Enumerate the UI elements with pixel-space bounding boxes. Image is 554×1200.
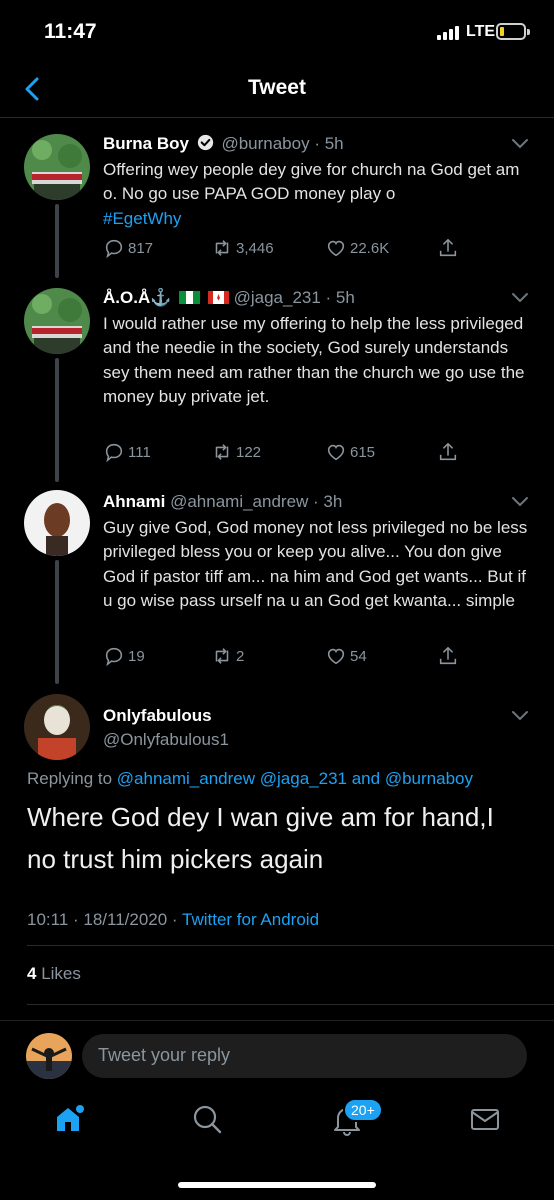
signal-icon — [437, 26, 461, 40]
thread-line — [55, 204, 59, 278]
reply-button[interactable]: 817 — [103, 236, 153, 260]
thread-tweet[interactable]: Å.O.Å⚓ @jaga_231 · 5h I would rather use… — [0, 278, 554, 482]
nav-header: Tweet — [0, 62, 554, 118]
avatar[interactable] — [24, 288, 90, 354]
tweet-meta: 10:11 · 18/11/2020 · Twitter for Android — [27, 910, 320, 929]
mail-icon — [471, 1109, 499, 1130]
author-name[interactable]: Onlyfabulous — [103, 706, 212, 726]
retweet-button[interactable]: 122 — [211, 440, 261, 464]
main-tweet: Onlyfabulous @Onlyfabulous1 Replying to … — [0, 690, 554, 1030]
share-icon — [439, 238, 457, 257]
like-button[interactable]: 54 — [325, 644, 367, 668]
tweet-header: Ahnami @ahnami_andrew · 3h — [103, 492, 343, 511]
retweet-button[interactable]: 3,446 — [211, 236, 274, 260]
replying-to: Replying to @ahnami_andrew @jaga_231 and… — [27, 769, 473, 788]
avatar[interactable] — [24, 490, 90, 556]
tweet-time: 5h — [335, 288, 355, 307]
share-icon — [439, 442, 457, 461]
chevron-down-icon[interactable] — [511, 138, 529, 150]
reply-icon — [105, 239, 123, 259]
divider — [27, 1004, 554, 1005]
author-handle[interactable]: @ahnami_andrew — [170, 492, 308, 511]
reply-bar: Tweet your reply — [0, 1020, 554, 1090]
retweet-button[interactable]: 2 — [211, 644, 244, 668]
chevron-down-icon[interactable] — [511, 292, 529, 304]
tweet-time: 3h — [323, 492, 343, 511]
like-button[interactable]: 22.6K — [325, 236, 389, 260]
tweet-header: Burna Boy @burnaboy · 5h — [103, 134, 344, 153]
source-link[interactable]: Twitter for Android — [182, 910, 319, 929]
status-bar: 11:47 LTE — [0, 0, 554, 62]
chevron-down-icon[interactable] — [511, 710, 529, 722]
thread-tweet[interactable]: Burna Boy @burnaboy · 5h Offering wey pe… — [0, 124, 554, 278]
thread-tweet[interactable]: Ahnami @ahnami_andrew · 3h Guy give God,… — [0, 482, 554, 684]
reply-icon — [105, 443, 123, 463]
divider — [27, 945, 554, 946]
nigeria-flag-icon — [179, 291, 201, 304]
author-name[interactable]: Ahnami — [103, 492, 165, 511]
reply-icon — [105, 647, 123, 667]
heart-icon — [327, 240, 345, 257]
tweet-actions: 111 122 615 — [103, 440, 523, 464]
verified-icon — [197, 134, 213, 151]
tweet-actions: 817 3,446 22.6K — [103, 236, 523, 260]
page-title: Tweet — [248, 76, 306, 99]
tweet-text: Guy give God, God money not less privile… — [103, 518, 528, 610]
home-indicator — [178, 1182, 376, 1188]
tweet-header: Å.O.Å⚓ @jaga_231 · 5h — [103, 288, 355, 307]
mention-link[interactable]: @jaga_231 — [260, 769, 347, 788]
chevron-down-icon[interactable] — [511, 496, 529, 508]
reply-button[interactable]: 111 — [103, 440, 151, 464]
tweet-text: I would rather use my offering to help t… — [103, 314, 525, 406]
author-handle[interactable]: @jaga_231 — [234, 288, 321, 307]
author-handle[interactable]: @Onlyfabulous1 — [103, 730, 229, 750]
home-icon — [57, 1105, 84, 1131]
reply-input[interactable]: Tweet your reply — [82, 1034, 527, 1078]
retweet-icon — [215, 648, 229, 664]
search-icon — [193, 1105, 222, 1134]
author-handle[interactable]: @burnaboy — [221, 134, 309, 153]
tweet-time: 5h — [324, 134, 344, 153]
mention-link[interactable]: @burnaboy — [385, 769, 473, 788]
share-button[interactable] — [437, 236, 462, 260]
retweet-icon — [215, 444, 229, 460]
author-name[interactable]: Burna Boy — [103, 134, 189, 153]
author-name[interactable]: Å.O.Å⚓ — [103, 288, 171, 307]
heart-icon — [327, 444, 345, 461]
thread-line — [55, 560, 59, 684]
mention-link[interactable]: @ahnami_andrew — [117, 769, 255, 788]
battery-icon — [496, 23, 530, 40]
like-button[interactable]: 615 — [325, 440, 375, 464]
tab-search[interactable] — [190, 1102, 230, 1142]
status-time: 11:47 — [44, 20, 97, 43]
tab-messages[interactable] — [468, 1102, 508, 1142]
network-type: LTE — [466, 23, 496, 40]
heart-icon — [327, 648, 345, 665]
tweet-text: Offering wey people dey give for church … — [103, 160, 520, 228]
my-avatar[interactable] — [26, 1033, 72, 1079]
tab-home[interactable] — [52, 1102, 92, 1142]
reply-button[interactable]: 19 — [103, 644, 145, 668]
thread-line — [55, 358, 59, 482]
likes-count[interactable]: 4 Likes — [27, 964, 81, 984]
share-button[interactable] — [437, 644, 462, 668]
avatar[interactable] — [24, 694, 90, 760]
canada-flag-icon — [207, 291, 229, 304]
retweet-icon — [215, 240, 229, 256]
mention-link[interactable]: and — [352, 769, 380, 788]
tweet-actions: 19 2 54 — [103, 644, 523, 668]
notifications-badge: 20+ — [343, 1098, 383, 1122]
share-icon — [439, 646, 457, 665]
avatar[interactable] — [24, 134, 90, 200]
hashtag-link[interactable]: #EgetWhy — [103, 209, 181, 228]
main-tweet-text: Where God dey I wan give am for hand,I n… — [27, 802, 494, 874]
share-button[interactable] — [437, 440, 462, 464]
